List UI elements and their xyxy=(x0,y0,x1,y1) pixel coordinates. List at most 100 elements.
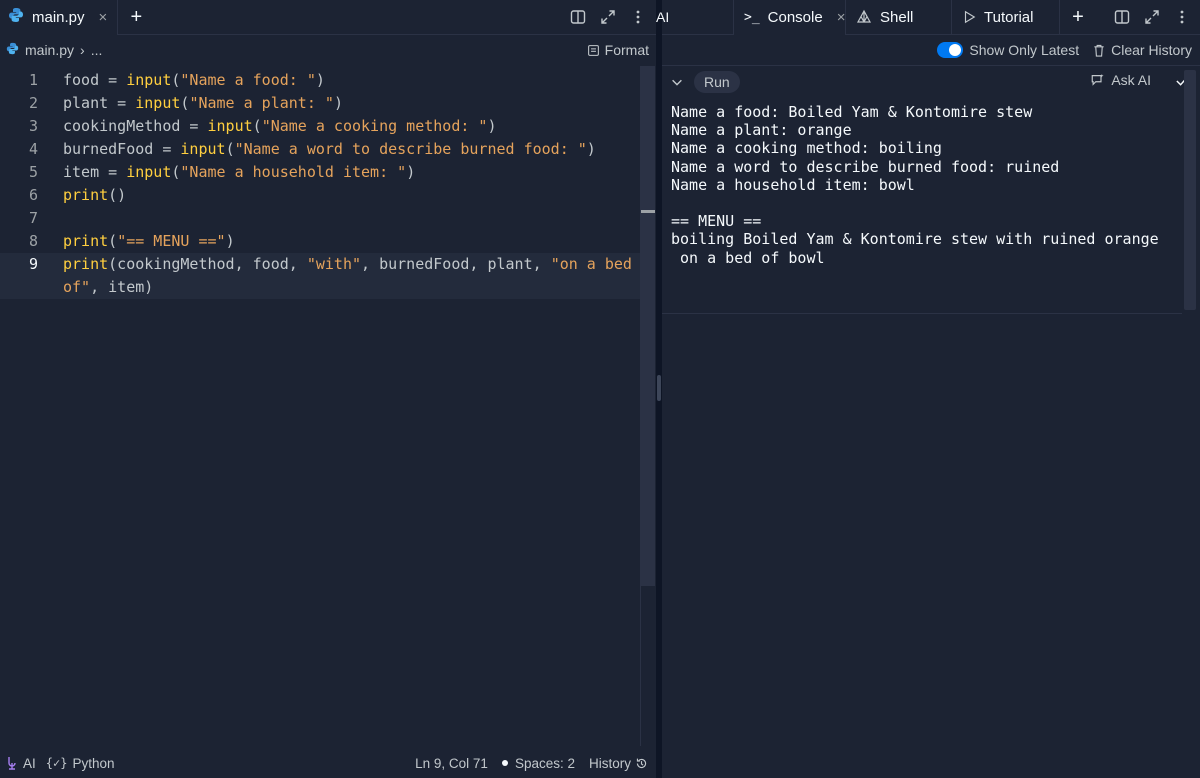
code-string: "Name a food: " xyxy=(180,71,316,89)
maximize-icon[interactable] xyxy=(1138,3,1166,31)
code-token: ) xyxy=(586,140,596,158)
ask-ai-icon xyxy=(1091,73,1104,86)
code-line[interactable]: 6 print() xyxy=(0,184,640,207)
run-header: Run Ask AI xyxy=(662,65,1200,97)
console-output: Name a food: Boiled Yam & Kontomire stew… xyxy=(662,97,1182,314)
ask-ai-button[interactable]: Ask AI xyxy=(1090,72,1151,88)
code-string: "Name a plant: " xyxy=(189,94,334,112)
code-token: ( xyxy=(252,117,262,135)
breadcrumb: main.py › ... Format xyxy=(0,35,656,65)
ask-ai-label: Ask AI xyxy=(1111,72,1151,88)
code-token: () xyxy=(108,186,127,204)
code-token: ( xyxy=(108,232,118,250)
code-line[interactable]: 5 item = input("Name a household item: ") xyxy=(0,161,640,184)
dot-icon xyxy=(501,760,508,766)
editor-pane: main.py × + main.py › ... Format 1 food … xyxy=(0,0,656,778)
code-line[interactable]: 4 burnedFood = input("Name a word to desc… xyxy=(0,138,640,161)
code-text: print(cookingMethod, food, "with", burne… xyxy=(40,253,635,299)
ai-status-button[interactable]: AI xyxy=(6,756,36,771)
maximize-icon[interactable] xyxy=(594,3,622,31)
tab-console[interactable]: >_ Console × xyxy=(734,0,846,35)
trash-icon xyxy=(1094,44,1104,57)
code-line[interactable]: 3 cookingMethod = input("Name a cooking m… xyxy=(0,115,640,138)
clear-history-label: Clear History xyxy=(1111,42,1192,58)
toggle-switch[interactable] xyxy=(937,42,964,58)
add-tab-button[interactable]: + xyxy=(122,3,150,31)
close-icon[interactable]: × xyxy=(837,9,846,26)
tab-main-py[interactable]: main.py × xyxy=(0,0,119,35)
code-token: , burnedFood, plant, xyxy=(361,255,551,273)
console-pane: AI >_ Console × Shell Tutorial + Show On… xyxy=(656,0,1200,778)
chevron-down-icon[interactable] xyxy=(670,75,684,89)
breadcrumb-more[interactable]: ... xyxy=(91,42,103,58)
code-line[interactable]: 9 print(cookingMethod, food, "with", burn… xyxy=(0,253,640,299)
code-token: burnedFood = xyxy=(63,140,181,158)
indent-setting[interactable]: Spaces: 2 xyxy=(501,755,575,771)
language-button[interactable]: {✓} Python xyxy=(46,756,115,771)
more-options-icon[interactable] xyxy=(1168,3,1196,31)
tab-tutorial[interactable]: Tutorial xyxy=(952,0,1060,35)
code-line[interactable]: 7 xyxy=(0,207,640,230)
ai-icon xyxy=(8,757,16,770)
code-function: input xyxy=(126,71,172,89)
code-line[interactable]: 2 plant = input("Name a plant: ") xyxy=(0,92,640,115)
add-tab-button[interactable]: + xyxy=(1064,3,1092,31)
tab-console-label: Console xyxy=(767,8,823,26)
code-line[interactable]: 8 print("== MENU ==") xyxy=(0,230,640,253)
code-function: input xyxy=(135,94,181,112)
split-pane-icon[interactable] xyxy=(1108,3,1136,31)
plus-icon: + xyxy=(1072,5,1084,28)
code-editor[interactable]: 1 food = input("Name a food: ") 2 plant = i… xyxy=(0,69,640,299)
spaces-label: Spaces: 2 xyxy=(514,755,575,771)
statusbar: AI {✓} Python Ln 9, Col 71 Spaces: 2 His… xyxy=(0,748,656,778)
history-button[interactable]: History xyxy=(589,756,648,771)
format-button[interactable]: Format xyxy=(587,42,649,58)
line-number: 1 xyxy=(28,71,38,89)
line-number: 7 xyxy=(28,209,38,227)
code-text: print() xyxy=(40,184,635,207)
code-token: item = xyxy=(63,163,127,181)
format-icon xyxy=(587,44,599,56)
clear-history-button[interactable]: Clear History xyxy=(1093,42,1192,58)
shell-icon xyxy=(856,9,872,23)
line-number: 4 xyxy=(28,140,38,158)
tab-shell-label: Shell xyxy=(880,8,914,26)
show-only-latest-toggle[interactable]: Show Only Latest xyxy=(937,42,1079,58)
code-line[interactable]: 1 food = input("Name a food: ") xyxy=(0,69,640,92)
play-icon xyxy=(964,10,976,24)
tab-ai-label: AI xyxy=(656,9,670,25)
close-icon[interactable]: × xyxy=(99,9,108,26)
code-text: plant = input("Name a plant: ") xyxy=(40,92,635,115)
code-string: "== MENU ==" xyxy=(117,232,226,250)
code-text: print("== MENU ==") xyxy=(40,230,635,253)
code-token: plant = xyxy=(63,94,136,112)
terminal-icon: >_ xyxy=(744,9,760,25)
tab-ai[interactable]: AI xyxy=(656,0,734,35)
resize-handle[interactable] xyxy=(657,375,661,401)
code-token: ( xyxy=(225,140,235,158)
tab-shell[interactable]: Shell xyxy=(846,0,952,35)
language-label: Python xyxy=(72,755,115,771)
code-token: ) xyxy=(487,117,497,135)
editor-scrollbar-thumb[interactable] xyxy=(641,66,655,586)
more-options-icon[interactable] xyxy=(624,3,652,31)
breadcrumb-file[interactable]: main.py xyxy=(25,42,74,58)
cursor-position[interactable]: Ln 9, Col 71 xyxy=(415,756,488,771)
code-text: burnedFood = input("Name a word to descr… xyxy=(40,138,635,161)
split-pane-icon[interactable] xyxy=(564,3,592,31)
code-text: item = input("Name a household item: ") xyxy=(40,161,635,184)
code-token: (cookingMethod, food, xyxy=(108,255,307,273)
code-token: ) xyxy=(315,71,325,89)
show-only-latest-label: Show Only Latest xyxy=(969,42,1080,58)
plus-icon: + xyxy=(130,5,143,28)
line-number: 3 xyxy=(28,117,38,135)
code-string: "Name a household item: " xyxy=(180,163,407,181)
braces-icon: {✓} xyxy=(45,756,68,770)
code-token: ) xyxy=(333,94,343,112)
format-label: Format xyxy=(604,42,649,58)
code-token: ) xyxy=(406,163,416,181)
line-number: 2 xyxy=(28,94,38,112)
run-label[interactable]: Run xyxy=(694,70,740,93)
code-function: input xyxy=(207,117,253,135)
console-scrollbar[interactable] xyxy=(1184,70,1196,310)
